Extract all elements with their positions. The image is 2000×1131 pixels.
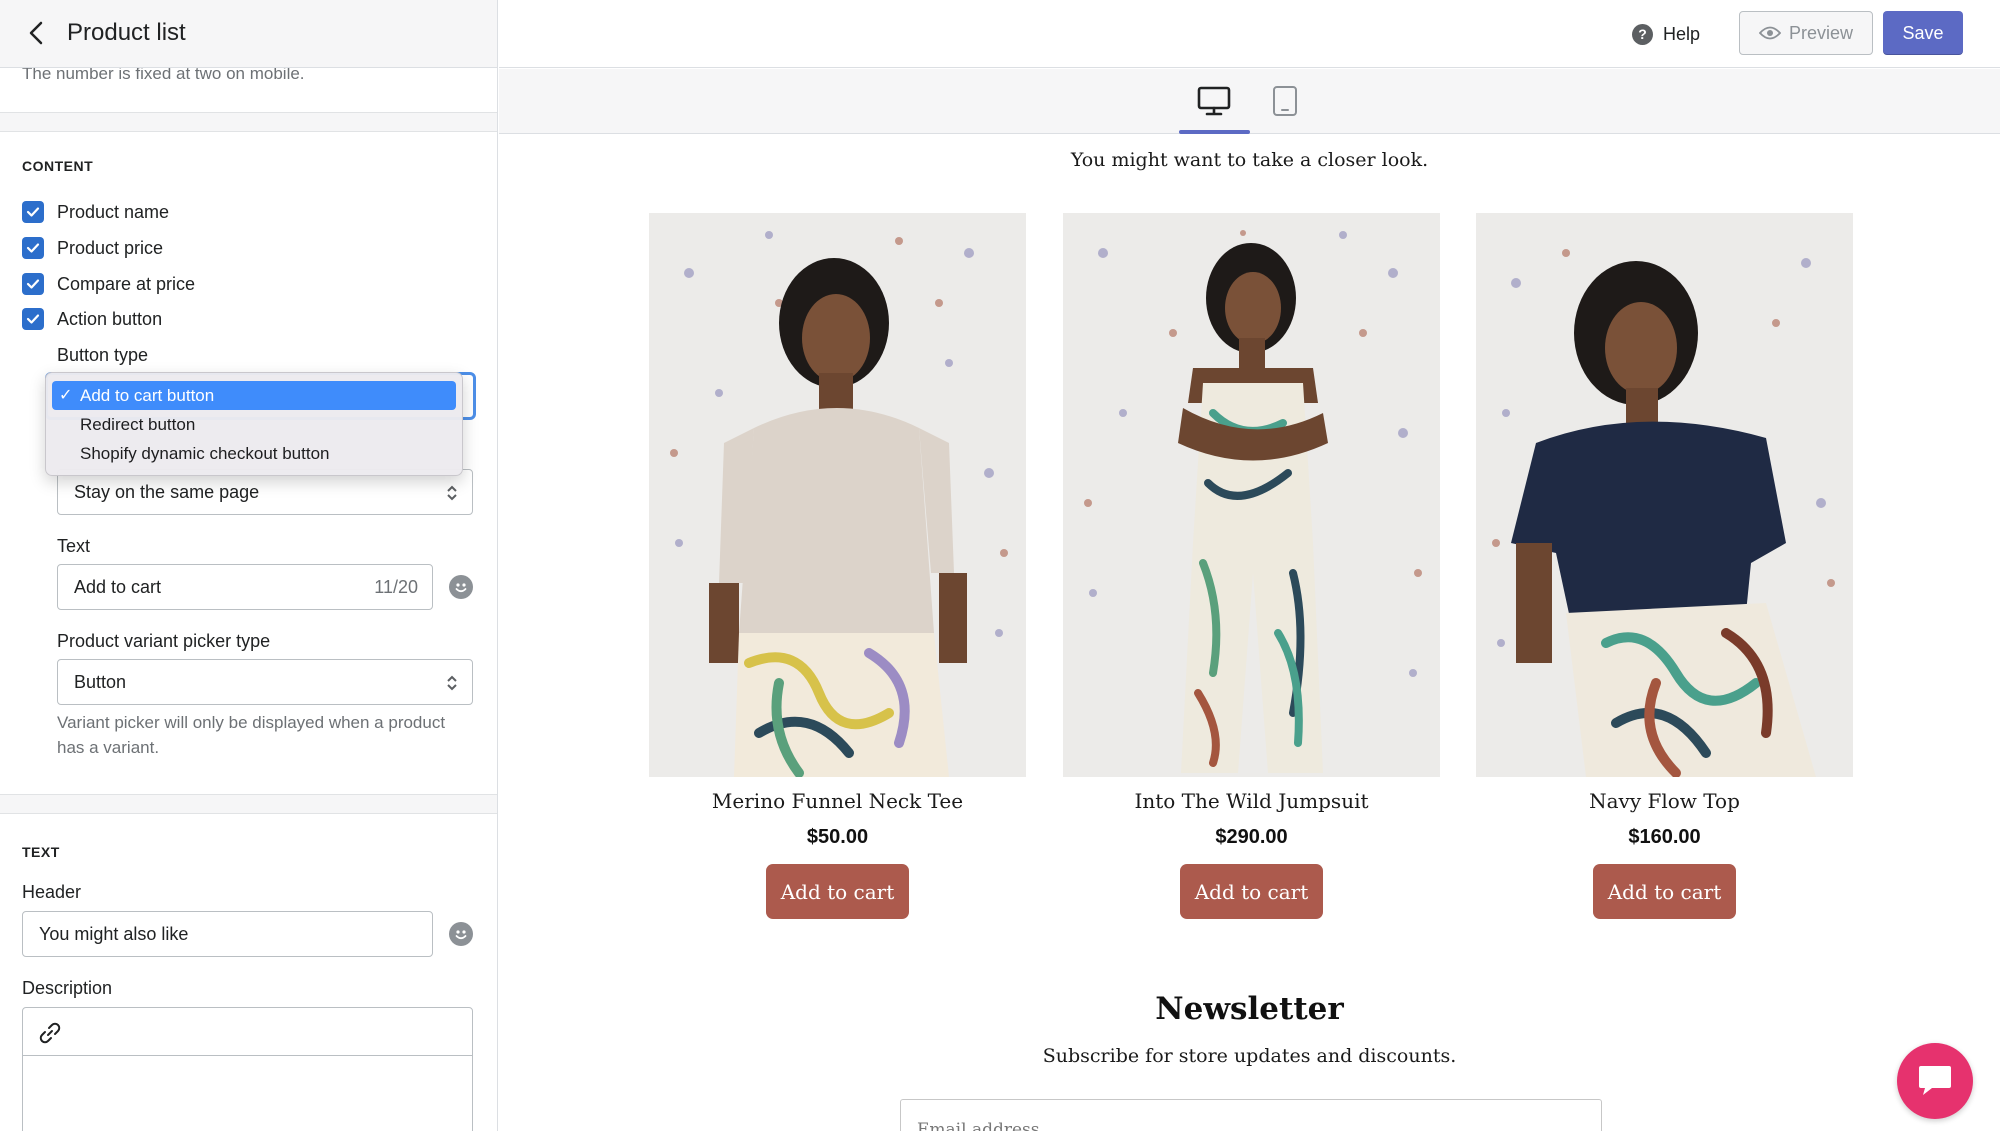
checkbox-label: Compare at price — [57, 273, 196, 294]
content-section-title: CONTENT — [22, 158, 94, 174]
header-value: You might also like — [39, 923, 189, 944]
product-name[interactable]: Merino Funnel Neck Tee — [649, 789, 1026, 813]
checkbox-product-name[interactable]: Product name — [22, 199, 169, 225]
preview-label: Preview — [1788, 22, 1854, 43]
product-price: $50.00 — [806, 826, 869, 848]
help-label: Help — [1663, 23, 1701, 44]
section-divider — [0, 112, 497, 132]
checkbox-checked-icon[interactable] — [22, 237, 44, 259]
product-image[interactable] — [649, 213, 1026, 777]
select-arrows-icon — [447, 675, 457, 691]
select-arrows-icon — [447, 485, 457, 501]
tablet-icon — [1273, 86, 1297, 116]
active-device-indicator — [1179, 130, 1250, 134]
description-label: Description — [22, 978, 113, 998]
settings-panel: Product list The number is fixed at two … — [0, 0, 498, 1131]
product-image[interactable] — [1476, 213, 1853, 777]
checkbox-action-button[interactable]: Action button — [22, 306, 162, 332]
button-type-label: Button type — [57, 345, 149, 365]
section-divider — [0, 794, 497, 814]
product-name[interactable]: Navy Flow Top — [1476, 789, 1853, 813]
variant-picker-label: Product variant picker type — [57, 631, 271, 651]
header-input[interactable]: You might also like — [22, 911, 433, 957]
product-list-subtitle: You might want to take a closer look. — [1070, 149, 1429, 171]
dropdown-option-dynamic-checkout[interactable]: Shopify dynamic checkout button — [52, 439, 456, 468]
device-toggle-bar — [499, 69, 2000, 134]
panel-header: Product list — [0, 0, 497, 68]
product-name[interactable]: Into The Wild Jumpsuit — [1063, 789, 1440, 813]
checkbox-label: Product name — [57, 201, 170, 222]
button-text-value: Add to cart — [74, 576, 162, 597]
option-label: Redirect button — [80, 415, 196, 434]
add-to-cart-button[interactable]: Add to cart — [1593, 864, 1736, 919]
checkbox-checked-icon[interactable] — [22, 201, 44, 223]
product-image[interactable] — [1063, 213, 1440, 777]
after-add-value: Stay on the same page — [74, 481, 260, 502]
panel-title: Product list — [67, 19, 186, 46]
newsletter-email-input[interactable]: Email address — [900, 1099, 1602, 1131]
eye-icon — [1758, 26, 1781, 40]
product-card[interactable]: Into The Wild Jumpsuit $290.00 Add to ca… — [1063, 213, 1440, 919]
description-editor[interactable] — [22, 1007, 473, 1131]
newsletter-title: Newsletter — [1155, 991, 1344, 1027]
variant-help-text: Variant picker will only be displayed wh… — [57, 713, 446, 757]
add-to-cart-button[interactable]: Add to cart — [766, 864, 909, 919]
emoji-icon[interactable] — [449, 575, 473, 599]
dropdown-option-redirect[interactable]: Redirect button — [52, 410, 456, 439]
text-label: Text — [57, 536, 91, 556]
product-card[interactable]: Navy Flow Top $160.00 Add to cart — [1476, 213, 1853, 919]
checkbox-compare-at-price[interactable]: Compare at price — [22, 271, 195, 297]
link-icon[interactable] — [37, 1020, 63, 1046]
chevron-left-icon — [29, 21, 43, 45]
desktop-icon — [1197, 86, 1231, 116]
checkbox-product-price[interactable]: Product price — [22, 235, 163, 261]
chat-button[interactable] — [1897, 1043, 1973, 1119]
checkbox-checked-icon[interactable] — [22, 273, 44, 295]
character-counter: 11/20 — [374, 576, 418, 597]
variant-picker-select[interactable]: Button — [57, 659, 473, 705]
text-section-title: TEXT — [22, 844, 60, 860]
variant-picker-value: Button — [74, 671, 127, 692]
checkbox-label: Action button — [57, 308, 163, 329]
help-icon: ? — [1632, 23, 1653, 45]
dropdown-option-add-to-cart[interactable]: ✓ Add to cart button — [52, 381, 456, 410]
help-button[interactable]: ? Help — [1632, 20, 1700, 48]
product-price: $160.00 — [1628, 826, 1701, 848]
add-to-cart-button[interactable]: Add to cart — [1180, 864, 1323, 919]
button-text-input[interactable]: Add to cart 11/20 — [57, 564, 433, 610]
header-label: Header — [22, 882, 82, 902]
tablet-view-button[interactable] — [1265, 83, 1305, 119]
product-price: $290.00 — [1215, 826, 1288, 848]
option-label: Add to cart button — [80, 386, 215, 405]
preview-button[interactable]: Preview — [1739, 11, 1873, 55]
store-preview: You might want to take a closer look. Me… — [499, 135, 2000, 1131]
editor-toolbar — [23, 1008, 472, 1056]
button-type-dropdown[interactable]: ✓ Add to cart button Redirect button Sho… — [45, 372, 463, 476]
newsletter-subtitle: Subscribe for store updates and discount… — [1042, 1045, 1457, 1067]
checkbox-label: Product price — [57, 237, 164, 258]
option-label: Shopify dynamic checkout button — [80, 444, 330, 463]
checkbox-checked-icon[interactable] — [22, 308, 44, 330]
save-button[interactable]: Save — [1883, 11, 1963, 55]
product-card[interactable]: Merino Funnel Neck Tee $50.00 Add to car… — [649, 213, 1026, 919]
back-button[interactable] — [22, 18, 52, 48]
emoji-icon[interactable] — [449, 922, 473, 946]
chat-bubble-icon — [1919, 1066, 1951, 1095]
checkmark-icon: ✓ — [59, 387, 73, 404]
desktop-view-button[interactable] — [1194, 83, 1234, 119]
